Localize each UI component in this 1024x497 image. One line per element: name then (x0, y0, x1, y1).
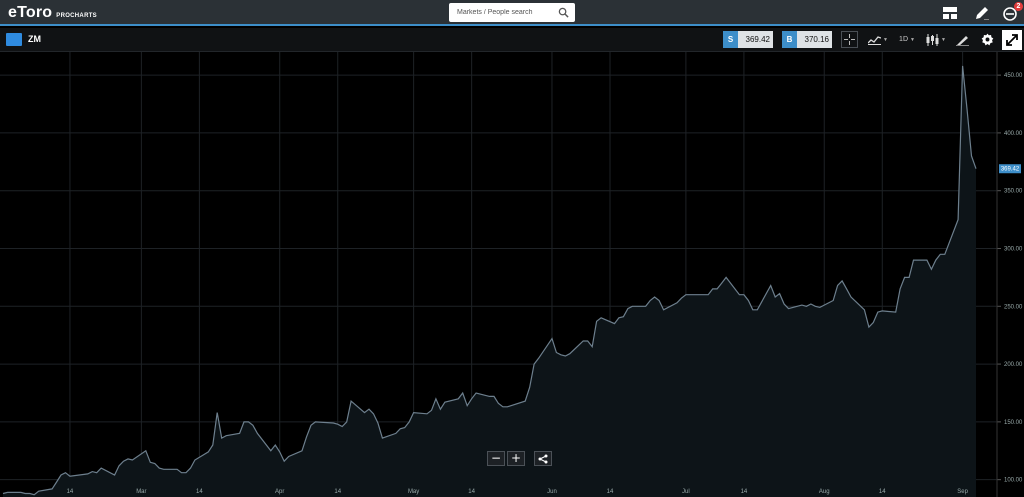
chevron-down-icon: ▼ (910, 36, 915, 43)
share-controls (534, 451, 552, 466)
sell-button[interactable]: S 369.42 (723, 31, 773, 48)
expand-icon (1006, 34, 1018, 46)
x-tick-label: Mar (136, 489, 146, 495)
share-button[interactable] (534, 451, 552, 466)
y-tick-label: 450.00 (1004, 73, 1023, 79)
sell-price: 369.42 (738, 31, 773, 48)
chart-type-button[interactable]: ▼ (925, 31, 947, 48)
settings-button[interactable] (978, 31, 996, 48)
top-bar: eToro PROCHARTS 2 (0, 0, 1024, 26)
zoom-controls: − + (487, 451, 525, 466)
y-tick-label: 250.00 (1004, 304, 1023, 310)
buy-button[interactable]: B 370.16 (782, 31, 832, 48)
x-tick-label: 14 (607, 489, 614, 495)
y-tick-label: 350.00 (1004, 189, 1023, 195)
logo-text: eToro (8, 4, 53, 21)
price-area-fill (3, 65, 976, 497)
x-tick-label: Apr (275, 489, 284, 495)
search-box[interactable] (449, 3, 575, 22)
instrument-symbol: ZM (28, 34, 41, 44)
chevron-down-icon: ▼ (883, 36, 888, 43)
fullscreen-button[interactable] (1002, 30, 1022, 50)
layout-icon[interactable] (941, 4, 959, 22)
x-tick-label: Aug (819, 489, 830, 495)
x-tick-label: 14 (468, 489, 475, 495)
crosshair-icon (844, 34, 855, 45)
notification-count-badge: 2 (1014, 2, 1023, 11)
logo-subtitle: PROCHARTS (56, 13, 97, 19)
x-tick-label: 14 (334, 489, 341, 495)
current-price-label: 369.42 (1001, 167, 1020, 173)
buy-price: 370.16 (797, 31, 832, 48)
y-tick-label: 300.00 (1004, 246, 1023, 252)
y-tick-label: 400.00 (1004, 131, 1023, 137)
x-tick-label: 14 (741, 489, 748, 495)
gear-icon (981, 33, 993, 46)
x-tick-label: Sep (957, 489, 968, 495)
buy-label: B (782, 31, 797, 48)
crosshair-button[interactable] (841, 31, 858, 48)
chevron-down-icon: ▼ (941, 36, 946, 43)
chart-toolbar: ZM S 369.42 B 370.16 ▼ 1D ▼ ▼ (0, 28, 1024, 52)
timeframe-label: 1D (899, 36, 908, 43)
search-icon[interactable] (558, 7, 569, 18)
pencil-icon[interactable] (973, 4, 991, 22)
search-input[interactable] (449, 3, 553, 22)
x-tick-label: 14 (196, 489, 203, 495)
draw-tools-button[interactable] (953, 31, 971, 48)
timeframe-selector[interactable]: 1D ▼ (896, 31, 918, 48)
x-tick-label: 14 (67, 489, 74, 495)
instrument-logo (6, 33, 22, 46)
share-icon (538, 454, 548, 464)
draw-tools-icon (955, 35, 969, 46)
candlestick-icon (926, 33, 939, 46)
zoom-out-button[interactable]: − (487, 451, 505, 466)
x-tick-label: Jul (682, 489, 690, 495)
x-tick-label: May (408, 489, 419, 495)
price-chart[interactable]: 100.00 150.00 200.00 250.00 300.00 350.00 400.… (0, 52, 1024, 497)
y-tick-label: 200.00 (1004, 362, 1023, 368)
y-tick-label: 100.00 (1004, 478, 1023, 484)
x-tick-label: Jun (547, 489, 557, 495)
etoro-logo[interactable]: eToro PROCHARTS (8, 4, 97, 22)
zoom-in-button[interactable]: + (507, 451, 525, 466)
x-tick-label: 14 (879, 489, 886, 495)
current-price-tag: 369.42 (999, 164, 1021, 174)
indicators-button[interactable]: ▼ (867, 31, 889, 48)
price-axis: 100.00 150.00 200.00 250.00 300.00 350.00 400.… (996, 52, 1023, 497)
indicators-icon (868, 35, 882, 45)
sell-label: S (723, 31, 738, 48)
y-tick-label: 150.00 (1004, 420, 1023, 426)
